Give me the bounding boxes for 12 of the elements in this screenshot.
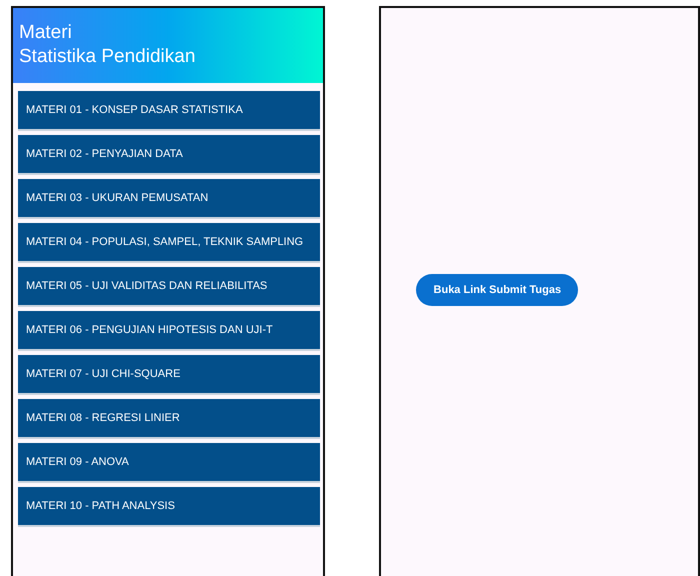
- material-button[interactable]: MATERI 06 - PENGUJIAN HIPOTESIS DAN UJI-T: [18, 311, 320, 351]
- app-title: Materi Statistika Pendidikan: [19, 21, 196, 69]
- submit-link-button[interactable]: Buka Link Submit Tugas: [416, 274, 578, 306]
- material-button[interactable]: MATERI 09 - ANOVA: [18, 443, 320, 483]
- material-button[interactable]: MATERI 04 - POPULASI, SAMPEL, TEKNIK SAMPLING: [18, 223, 320, 263]
- material-button[interactable]: MATERI 07 - UJI CHI-SQUARE: [18, 355, 320, 395]
- material-button[interactable]: MATERI 01 - KONSEP DASAR STATISTIKA: [18, 91, 320, 131]
- material-button[interactable]: MATERI 02 - PENYAJIAN DATA: [18, 135, 320, 175]
- material-button[interactable]: MATERI 03 - UKURAN PEMUSATAN: [18, 179, 320, 219]
- material-button[interactable]: MATERI 05 - UJI VALIDITAS DAN RELIABILITAS: [18, 267, 320, 307]
- material-button[interactable]: MATERI 08 - REGRESI LINIER: [18, 399, 320, 439]
- material-button[interactable]: MATERI 10 - PATH ANALYSIS: [18, 487, 320, 527]
